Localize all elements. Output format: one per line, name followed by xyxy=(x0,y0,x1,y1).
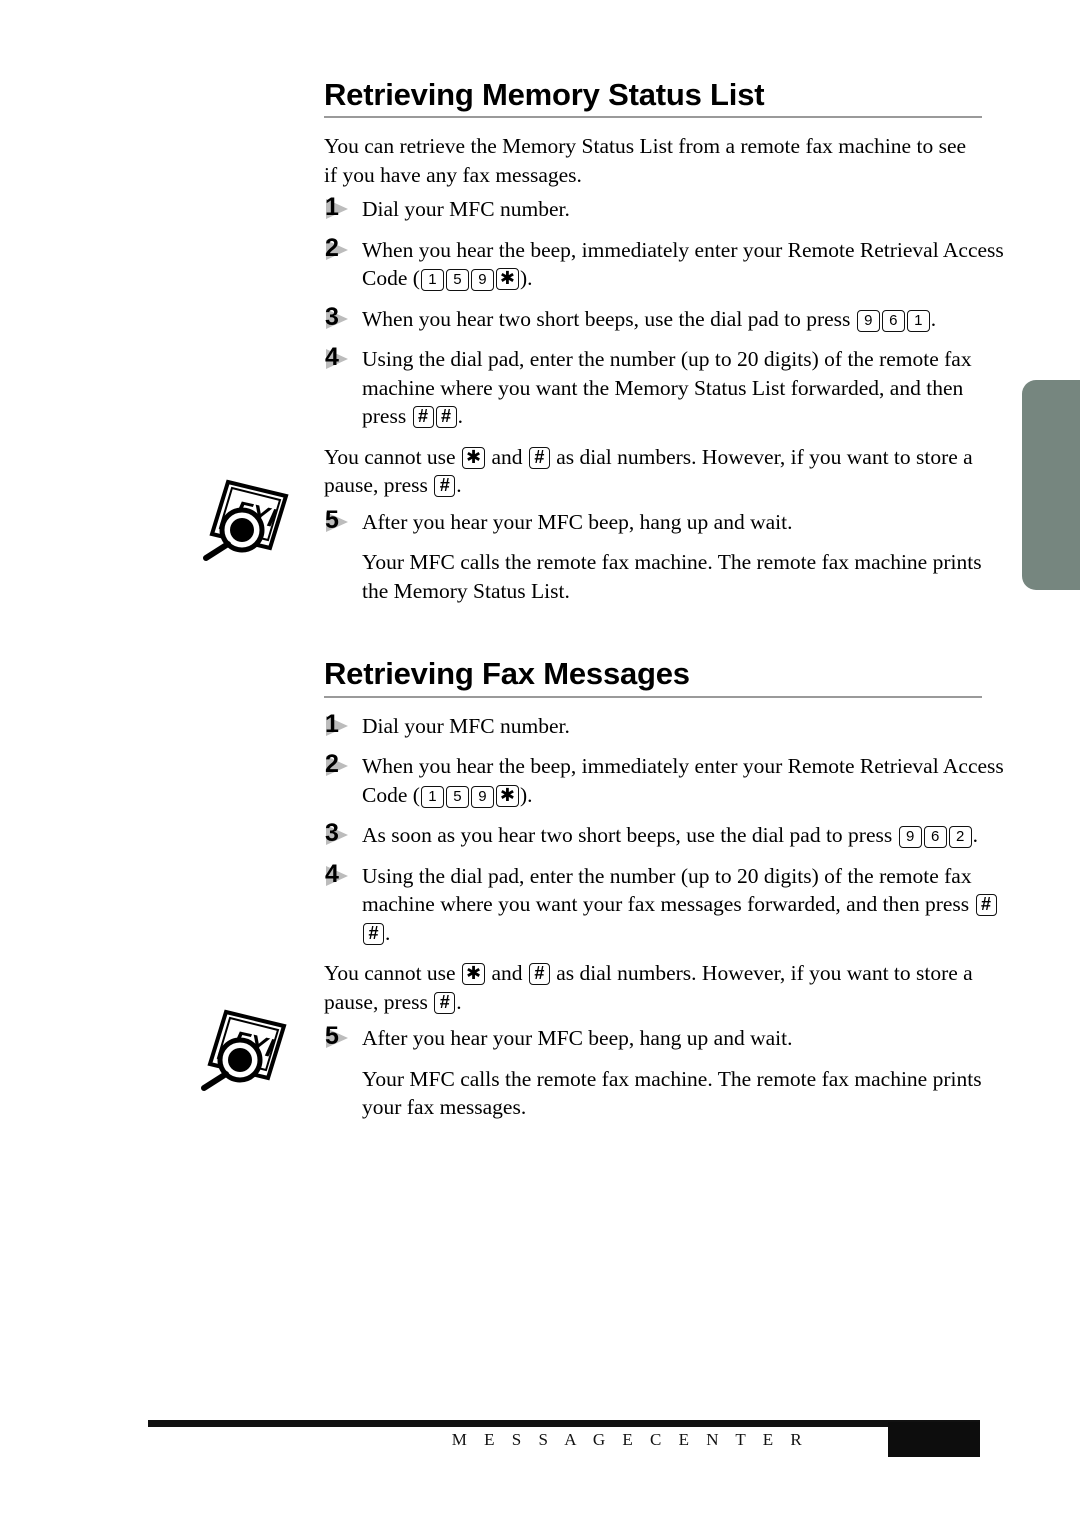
step-text: Using the dial pad, enter the number (up… xyxy=(362,862,1007,948)
step-number: 3 xyxy=(325,819,339,848)
title-rule xyxy=(324,695,982,698)
step-number: 5 xyxy=(325,505,339,534)
fyi-icon: FYI xyxy=(203,479,289,561)
footer-rule xyxy=(148,1420,980,1427)
fyi-note: You cannot use ✱ and # as dial numbers. … xyxy=(324,959,982,1016)
step-number-marker: 4 xyxy=(322,859,356,890)
step-list: 1 Dial your MFC number. 2 When you hear … xyxy=(322,193,1004,431)
dialpad-key-1: 1 xyxy=(420,785,444,808)
dialpad-key-9: 9 xyxy=(898,826,922,849)
dialpad-key-hash: # xyxy=(412,406,434,429)
step-number-marker: 5 xyxy=(322,505,356,536)
step-item: 3 As soon as you hear two short beeps, u… xyxy=(322,819,1007,850)
fyi-note-text: You cannot use ✱ and # as dial numbers. … xyxy=(324,961,973,1014)
dialpad-key-hash: # xyxy=(528,446,550,469)
step-text: As soon as you hear two short beeps, use… xyxy=(362,823,978,849)
page-title: Retrieving Fax Messages xyxy=(324,656,690,692)
step-number-marker: 1 xyxy=(322,709,356,740)
chapter-edge-tab xyxy=(1022,380,1080,590)
step-item: 3 When you hear two short beeps, use the… xyxy=(322,302,1007,334)
step-number: 1 xyxy=(325,709,339,738)
step-text: After you hear your MFC beep, hang up an… xyxy=(362,1026,793,1051)
dialpad-key-9: 9 xyxy=(856,309,880,332)
dialpad-key-6: 6 xyxy=(881,309,905,332)
step-text: Dial your MFC number. xyxy=(362,197,570,222)
step-text: After you hear your MFC beep, hang up an… xyxy=(362,509,793,534)
fyi-note-text: You cannot use ✱ and # as dial numbers. … xyxy=(324,444,973,498)
step-text: Using the dial pad, enter the number (up… xyxy=(362,347,972,429)
step-number: 1 xyxy=(325,193,339,222)
dialpad-key-star: ✱ xyxy=(495,784,520,807)
dialpad-key-hash: # xyxy=(434,991,456,1014)
step-number: 2 xyxy=(325,750,339,779)
step-number-marker: 5 xyxy=(322,1022,356,1052)
section-retrieving-memory-status-list: Retrieving Memory Status List You can re… xyxy=(322,77,1004,605)
step-item: 2 When you hear the beep, immediately en… xyxy=(322,233,1007,293)
step-number-marker: 2 xyxy=(322,233,356,264)
dialpad-key-6: 6 xyxy=(923,826,947,849)
dialpad-key-2: 2 xyxy=(948,826,972,849)
step-item: 5 After you hear your MFC beep, hang up … xyxy=(322,1022,1007,1053)
step-text: When you hear the beep, immediately ente… xyxy=(362,237,1004,292)
step-item: 5 After you hear your MFC beep, hang up … xyxy=(322,505,1007,537)
step-item: 4 Using the dial pad, enter the number (… xyxy=(322,343,1007,431)
manual-page: Retrieving Memory Status List You can re… xyxy=(0,0,1080,1519)
page-title: Retrieving Memory Status List xyxy=(324,77,765,112)
step-item: 2 When you hear the beep, immediately en… xyxy=(322,750,1007,809)
footer-black-box xyxy=(888,1422,980,1457)
step-list-continued: 5 After you hear your MFC beep, hang up … xyxy=(322,1022,982,1053)
dialpad-key-star: ✱ xyxy=(461,963,486,986)
step-item: 1 Dial your MFC number. xyxy=(322,709,1007,741)
step-number: 2 xyxy=(325,233,339,262)
footer-chapter-label: M E S S A G E C E N T E R xyxy=(451,1430,809,1449)
step-item: 4 Using the dial pad, enter the number (… xyxy=(322,859,1007,948)
dialpad-key-5: 5 xyxy=(445,269,469,292)
step-number-marker: 1 xyxy=(322,193,356,223)
dialpad-key-1: 1 xyxy=(906,309,930,332)
dialpad-key-9: 9 xyxy=(470,785,494,808)
step-number: 5 xyxy=(325,1022,339,1051)
step-number: 4 xyxy=(325,859,339,888)
step-text: When you hear the beep, immediately ente… xyxy=(362,754,1004,808)
section-closing: Your MFC calls the remote fax machine. T… xyxy=(362,1066,982,1120)
dialpad-key-hash: # xyxy=(363,922,384,945)
fyi-icon: FYI xyxy=(201,1009,287,1091)
step-list: 1 Dial your MFC number. 2 When you hear … xyxy=(322,710,1004,948)
step-text: Dial your MFC number. xyxy=(362,713,570,738)
dialpad-key-5: 5 xyxy=(445,785,469,808)
dialpad-key-star: ✱ xyxy=(461,446,486,469)
step-list-continued: 5 After you hear your MFC beep, hang up … xyxy=(322,506,982,537)
dialpad-key-hash: # xyxy=(528,963,550,986)
section-closing: Your MFC calls the remote fax machine. T… xyxy=(362,550,982,603)
dialpad-key-hash: # xyxy=(435,406,457,429)
step-number-marker: 2 xyxy=(322,750,356,780)
dialpad-key-star: ✱ xyxy=(495,268,520,291)
dialpad-key-hash: # xyxy=(434,475,456,498)
page-content: Retrieving Memory Status List You can re… xyxy=(322,77,1004,1132)
step-number: 3 xyxy=(325,302,339,331)
step-number-marker: 3 xyxy=(322,302,356,333)
dialpad-key-hash: # xyxy=(975,894,997,917)
fyi-note: You cannot use ✱ and # as dial numbers. … xyxy=(324,443,982,500)
step-number-marker: 4 xyxy=(322,343,356,373)
dialpad-key-1: 1 xyxy=(420,269,444,292)
step-number-marker: 3 xyxy=(322,819,356,849)
step-number: 4 xyxy=(325,343,339,372)
step-text: When you hear two short beeps, use the d… xyxy=(362,306,937,332)
section-retrieving-fax-messages: Retrieving Fax Messages 1 Dial your MFC … xyxy=(322,656,1004,1121)
section-intro: You can retrieve the Memory Status List … xyxy=(324,134,967,187)
dialpad-key-9: 9 xyxy=(470,269,494,292)
title-rule xyxy=(324,116,982,119)
step-item: 1 Dial your MFC number. xyxy=(322,193,1007,224)
